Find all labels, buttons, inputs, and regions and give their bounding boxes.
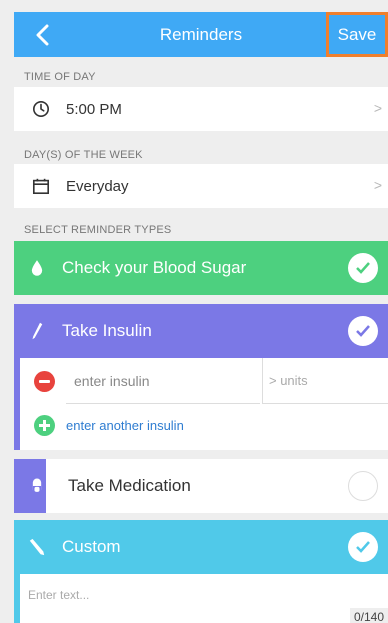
time-of-day-row[interactable]: 5:00 PM > [14, 87, 388, 131]
custom-text-placeholder: Enter text... [28, 588, 90, 602]
pen-icon [26, 318, 48, 344]
custom-text-area[interactable]: Enter text... 0/140 [14, 574, 388, 623]
insulin-units-input[interactable]: > units [262, 358, 388, 404]
reminder-blood-sugar[interactable]: Check your Blood Sugar [14, 241, 388, 295]
checkmark-icon[interactable] [348, 316, 378, 346]
time-value: 5:00 PM [66, 100, 122, 118]
calendar-icon [30, 175, 52, 197]
unchecked-circle-icon[interactable] [348, 471, 378, 501]
insulin-name-input[interactable]: enter insulin [66, 358, 260, 404]
insulin-entry-panel: enter insulin > units enter another insu… [14, 358, 388, 450]
add-insulin-icon[interactable] [34, 415, 55, 436]
time-of-day-heading: TIME OF DAY [24, 71, 96, 83]
pencil-icon [26, 534, 48, 560]
insulin-row: enter insulin > units [20, 358, 388, 404]
pill-icon [26, 473, 48, 499]
reminder-types-heading: SELECT REMINDER TYPES [24, 224, 172, 236]
remove-insulin-icon[interactable] [34, 371, 55, 392]
checkmark-icon[interactable] [348, 532, 378, 562]
header-bar: Reminders Save [14, 12, 388, 57]
chevron-right-icon: > [373, 100, 382, 116]
clock-icon [30, 98, 52, 120]
reminder-take-insulin[interactable]: Take Insulin [14, 304, 388, 358]
days-of-week-heading: DAY(S) OF THE WEEK [24, 149, 143, 161]
character-counter: 0/140 [349, 608, 388, 623]
take-medication-label: Take Medication [68, 476, 191, 495]
days-value: Everyday [66, 177, 129, 195]
reminder-take-medication[interactable]: Take Medication [14, 459, 388, 513]
custom-label: Custom [62, 537, 121, 556]
add-another-insulin-link[interactable]: enter another insulin [66, 418, 184, 433]
save-button[interactable]: Save [326, 12, 388, 57]
days-of-week-row[interactable]: Everyday > [14, 164, 388, 208]
take-insulin-label: Take Insulin [62, 321, 152, 340]
blood-sugar-label: Check your Blood Sugar [62, 258, 247, 277]
drop-icon [26, 255, 48, 281]
chevron-right-icon: > [373, 177, 382, 193]
checkmark-icon[interactable] [348, 253, 378, 283]
reminder-custom[interactable]: Custom [14, 520, 388, 574]
